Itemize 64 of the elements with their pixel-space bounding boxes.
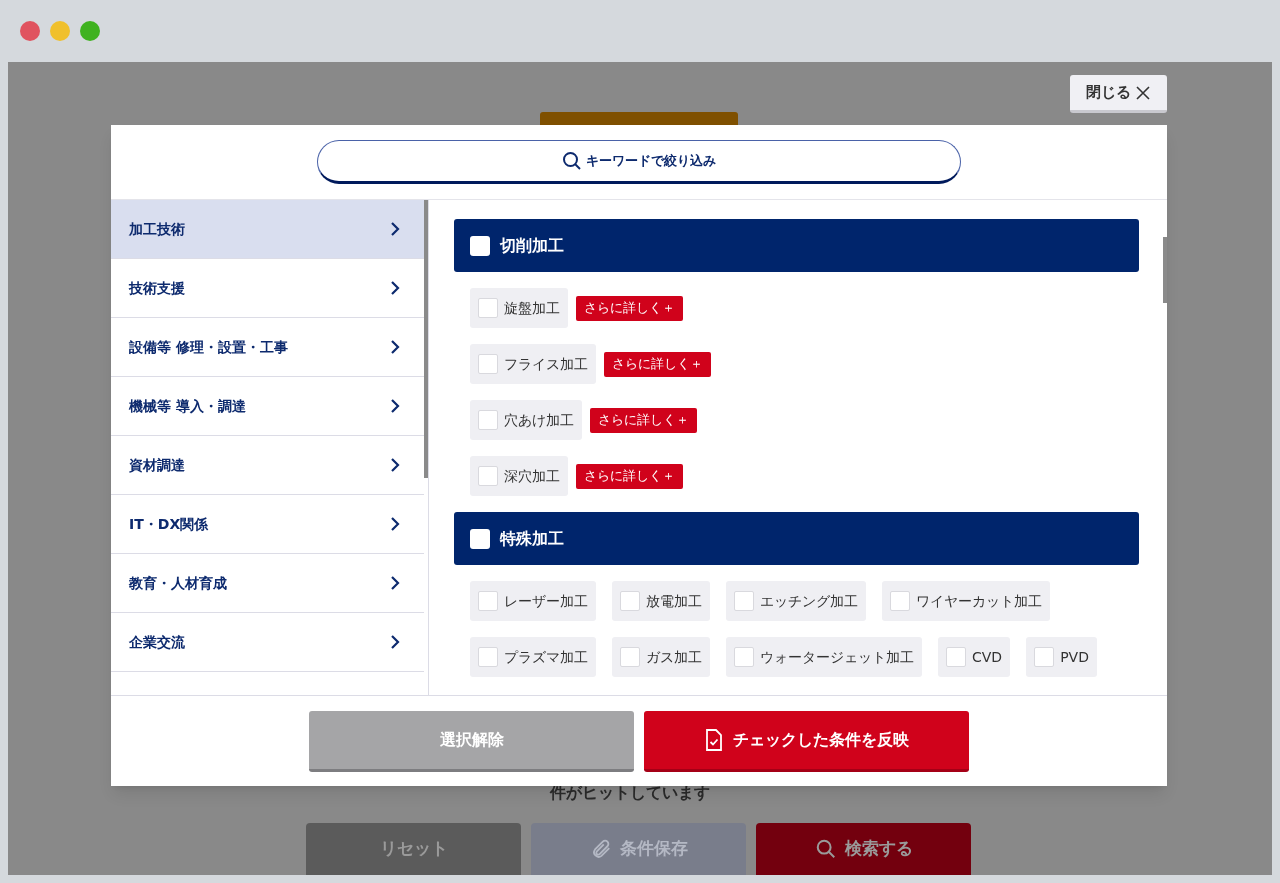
option-chip[interactable]: 穴あけ加工 <box>470 400 582 440</box>
checkbox[interactable] <box>478 410 498 430</box>
category-item[interactable]: IT・DX関係 <box>111 495 424 554</box>
search-icon <box>814 838 837 860</box>
keyword-filter-button[interactable]: キーワードで絞り込み <box>317 140 961 184</box>
option-chip[interactable]: CVD <box>938 637 1011 677</box>
checkbox[interactable] <box>1034 647 1055 667</box>
option-chip[interactable]: ワイヤーカット加工 <box>882 581 1050 621</box>
minimize-window-icon[interactable] <box>50 21 70 41</box>
category-item[interactable]: 企業交流 <box>111 613 424 672</box>
checkbox[interactable] <box>946 647 966 667</box>
more-details-button[interactable]: さらに詳しく＋ <box>604 351 711 377</box>
checkbox[interactable] <box>478 466 498 486</box>
section-title: 切削加工 <box>500 234 564 257</box>
search-button[interactable]: 検索する <box>756 823 971 875</box>
category-item[interactable]: 資材調達 <box>111 436 424 495</box>
search-icon <box>562 151 582 171</box>
checkbox[interactable] <box>470 528 490 549</box>
chevron-right-icon <box>390 398 400 414</box>
maximize-window-icon[interactable] <box>80 21 100 41</box>
option-chip[interactable]: エッチング加工 <box>726 581 866 621</box>
more-details-button[interactable]: さらに詳しく＋ <box>576 295 683 321</box>
close-button[interactable]: 閉じる <box>1070 75 1167 113</box>
category-item[interactable]: 機械等 導入・調達 <box>111 377 424 436</box>
checkbox[interactable] <box>734 591 754 611</box>
option-chip[interactable]: ウォータージェット加工 <box>726 637 922 677</box>
option-chip[interactable]: 深穴加工 <box>470 456 568 496</box>
checkbox[interactable] <box>478 354 498 374</box>
section-title: 特殊加工 <box>500 527 564 550</box>
more-details-button[interactable]: さらに詳しく＋ <box>590 407 697 433</box>
category-item[interactable]: 設備等 修理・設置・工事 <box>111 318 424 377</box>
option-chip[interactable]: フライス加工 <box>470 344 596 384</box>
category-item[interactable]: 教育・人材育成 <box>111 554 424 613</box>
scrollbar-thumb[interactable] <box>424 200 428 478</box>
option-chip[interactable]: レーザー加工 <box>470 581 596 621</box>
scrollbar-thumb[interactable] <box>1163 237 1167 303</box>
chevron-right-icon <box>390 280 400 296</box>
checkbox[interactable] <box>620 591 640 611</box>
category-item[interactable]: 加工技術 <box>111 200 424 259</box>
option-chip[interactable]: PVD <box>1026 637 1097 677</box>
chevron-right-icon <box>390 221 400 237</box>
checkbox[interactable] <box>470 235 490 256</box>
checkbox[interactable] <box>890 591 910 611</box>
category-item[interactable]: 技術支援 <box>111 259 424 318</box>
checkbox[interactable] <box>478 298 498 318</box>
apply-button[interactable]: チェックした条件を反映 <box>644 710 969 772</box>
checkbox[interactable] <box>620 647 640 667</box>
close-window-icon[interactable] <box>20 21 40 41</box>
hit-text: 件がヒットしています <box>549 782 710 804</box>
option-chip[interactable]: 旋盤加工 <box>470 288 568 328</box>
checkbox[interactable] <box>478 647 498 667</box>
checkbox[interactable] <box>734 647 754 667</box>
chevron-right-icon <box>390 339 400 355</box>
more-details-button[interactable]: さらに詳しく＋ <box>576 463 683 489</box>
close-icon <box>1135 84 1151 101</box>
chevron-right-icon <box>390 575 400 591</box>
option-chip[interactable]: プラズマ加工 <box>470 637 596 677</box>
checkbox[interactable] <box>478 591 498 611</box>
option-chip[interactable]: 放電加工 <box>612 581 710 621</box>
chevron-right-icon <box>390 457 400 473</box>
document-check-icon <box>704 728 723 751</box>
chevron-right-icon <box>390 516 400 532</box>
option-chip[interactable]: ガス加工 <box>612 637 710 677</box>
chevron-right-icon <box>390 634 400 650</box>
